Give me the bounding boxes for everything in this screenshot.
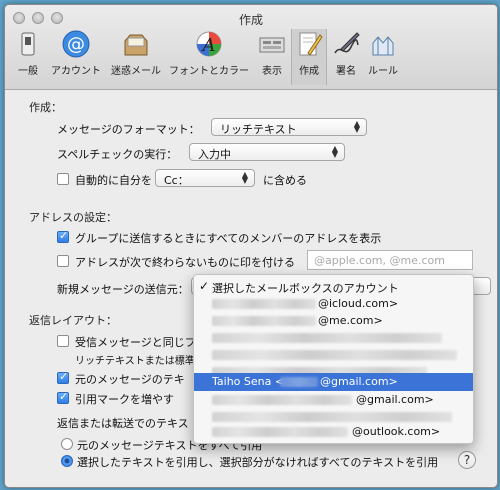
help-button[interactable]: ? — [458, 451, 476, 469]
updown-arrows-icon: ▲ ▼ — [353, 119, 360, 134]
redacted-text — [212, 350, 457, 360]
auto-cc-popup-value: Cc： — [164, 174, 189, 187]
group-address-label: グループに送信するときにすべてのメンバーのアドレスを表示 — [75, 232, 382, 245]
domain-field[interactable]: @apple.com, @me.com — [307, 250, 473, 270]
quote-all-radio[interactable] — [61, 438, 73, 450]
svg-text:@: @ — [67, 34, 85, 55]
toolbar-accounts[interactable]: @ アカウント — [47, 29, 105, 85]
send-from-label: 新規メッセージの送信元： — [57, 283, 189, 296]
toolbar-label: 署名 — [336, 66, 356, 77]
menu-item-account[interactable]: @icloud.com> — [194, 295, 473, 313]
spellcheck-popup-value: 入力中 — [198, 148, 231, 161]
toolbar-label: アカウント — [51, 66, 101, 77]
at-icon: @ — [62, 30, 90, 58]
toolbar-label: 表示 — [262, 66, 282, 77]
mark-addresses-label: アドレスが次で終わらないものに印を付ける — [75, 256, 295, 269]
auto-cc-popup[interactable]: Cc： ▲ ▼ — [155, 169, 255, 187]
menu-item-selected-mailbox[interactable]: ✓ 選択したメールボックスのアカウント — [194, 278, 473, 296]
signature-icon — [334, 32, 360, 54]
redacted-text — [212, 412, 452, 422]
forward-label: 返信または転送でのテキス — [57, 417, 189, 430]
svg-text:A: A — [201, 35, 216, 56]
updown-arrows-icon: ▲ ▼ — [241, 170, 248, 185]
spellcheck-popup[interactable]: 入力中 ▲ ▼ — [189, 143, 345, 161]
redacted-text — [280, 377, 318, 387]
reply-heading: 返信レイアウト： — [29, 314, 117, 327]
titlebar: 作成 一般 @ アカウント 迷惑メール A フォントとカラー 表示 作成 署名 … — [5, 5, 497, 90]
junk-mail-icon — [124, 34, 148, 56]
quote-text-checkbox[interactable] — [57, 370, 69, 384]
toolbar-junk-mail[interactable]: 迷惑メール — [109, 29, 163, 85]
menu-item-account[interactable]: @outlook.com> — [194, 423, 473, 441]
window-title: 作成 — [238, 13, 263, 27]
match-format-checkbox[interactable] — [57, 335, 69, 347]
addressing-heading: アドレスの設定： — [29, 211, 117, 224]
menu-item-account[interactable]: @me.com> — [194, 312, 473, 330]
match-format-note: リッチテキストまたは標準 — [75, 356, 195, 367]
format-popup-value: リッチテキスト — [220, 123, 297, 136]
quote-selected-label: 選択したテキストを引用し、選択部分がなければすべてのテキストを引用 — [77, 456, 439, 469]
redacted-text — [212, 299, 316, 309]
quote-text-label: 元のメッセージのテキ — [75, 373, 185, 386]
preferences-window: 作成 一般 @ アカウント 迷惑メール A フォントとカラー 表示 作成 署名 … — [4, 4, 498, 488]
quote-selected-radio[interactable] — [61, 455, 73, 467]
toolbar-label: 一般 — [18, 66, 38, 77]
match-format-label: 受信メッセージと同じフ — [75, 336, 196, 349]
toolbar-general[interactable]: 一般 — [11, 29, 45, 85]
toolbar-label: 作成 — [299, 66, 319, 77]
toolbar-signatures[interactable]: 署名 — [329, 29, 363, 85]
toolbar-fonts-colors[interactable]: A フォントとカラー — [167, 29, 251, 85]
toolbar-label: ルール — [368, 66, 398, 77]
compose-icon — [299, 32, 323, 56]
format-label: メッセージのフォーマット： — [57, 123, 200, 136]
switch-icon — [21, 32, 35, 56]
spellcheck-label: スペルチェックの実行： — [57, 148, 178, 161]
auto-cc-suffix: に含める — [263, 174, 307, 187]
menu-item-account[interactable]: @gmail.com> — [194, 391, 473, 409]
auto-cc-label: 自動的に自分を — [75, 174, 152, 187]
checkmark-icon: ✓ — [199, 279, 210, 293]
menu-item-account[interactable] — [194, 346, 473, 364]
font-color-icon: A — [196, 31, 222, 57]
redacted-text — [212, 427, 348, 437]
redacted-text — [212, 395, 352, 405]
rules-icon — [372, 36, 394, 56]
toolbar-rules[interactable]: ルール — [365, 29, 401, 85]
group-address-checkbox[interactable] — [57, 229, 69, 243]
increase-quote-checkbox[interactable] — [57, 390, 69, 404]
toolbar-view[interactable]: 表示 — [255, 29, 289, 85]
toolbar-label: フォントとカラー — [169, 66, 249, 77]
menu-item-highlighted[interactable]: Taiho Sena < @gmail.com> — [194, 373, 473, 391]
auto-cc-checkbox[interactable] — [57, 173, 69, 185]
updown-arrows-icon: ▲ ▼ — [331, 144, 338, 159]
increase-quote-label: 引用マークを増やす — [75, 393, 174, 406]
send-from-menu: ✓ 選択したメールボックスのアカウント @icloud.com> @me.com… — [193, 274, 474, 444]
compose-heading: 作成： — [29, 101, 62, 114]
redacted-text — [212, 316, 316, 326]
toolbar-compose[interactable]: 作成 — [291, 29, 327, 85]
format-popup[interactable]: リッチテキスト ▲ ▼ — [211, 118, 367, 136]
menu-item-account[interactable] — [194, 329, 473, 347]
mark-addresses-checkbox[interactable] — [57, 255, 69, 267]
toolbar-label: 迷惑メール — [111, 66, 161, 77]
redacted-text — [212, 333, 442, 343]
view-icon — [259, 37, 285, 53]
